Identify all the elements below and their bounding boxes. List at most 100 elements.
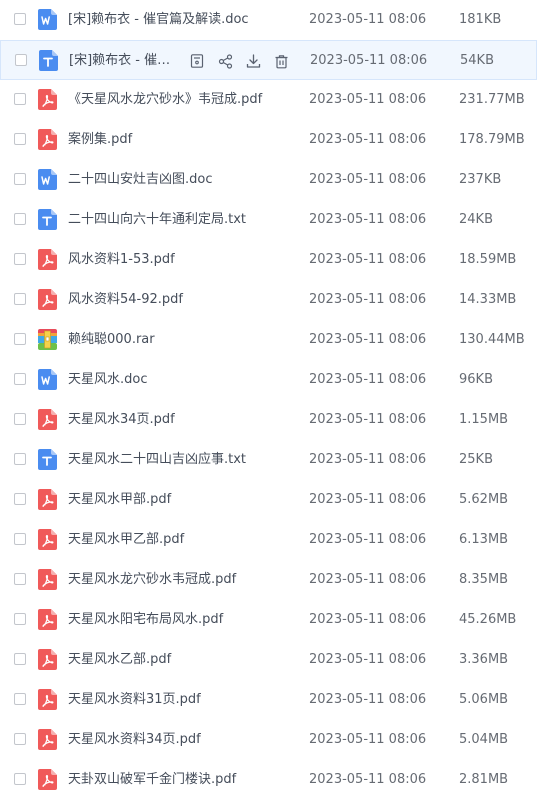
file-size: 5.62MB: [459, 492, 509, 507]
file-size: 18.59MB: [459, 252, 517, 267]
file-name[interactable]: 天星风水乙部.pdf: [68, 651, 171, 669]
row-checkbox[interactable]: [14, 733, 26, 745]
file-modified-date: 2023-05-11 08:06: [309, 532, 427, 547]
row-checkbox[interactable]: [14, 253, 26, 265]
file-name[interactable]: 天星风水二十四山吉凶应事.txt: [68, 451, 246, 469]
row-checkbox[interactable]: [14, 453, 26, 465]
download-icon[interactable]: [243, 51, 263, 71]
word-doc-icon: [38, 169, 57, 190]
file-modified-date: 2023-05-11 08:06: [309, 12, 427, 27]
file-name[interactable]: 天星风水资料34页.pdf: [68, 731, 201, 749]
row-checkbox[interactable]: [14, 373, 26, 385]
file-modified-date: 2023-05-11 08:06: [309, 452, 427, 467]
file-size: 178.79MB: [459, 132, 525, 147]
file-size: 45.26MB: [459, 612, 517, 627]
row-checkbox[interactable]: [14, 333, 26, 345]
row-checkbox[interactable]: [14, 493, 26, 505]
row-checkbox[interactable]: [15, 54, 27, 66]
file-row[interactable]: 案例集.pdf 2023-05-11 08:06 178.79MB: [0, 120, 537, 160]
archive-file-icon: [38, 329, 57, 350]
file-size: 25KB: [459, 452, 493, 467]
row-actions: [187, 51, 291, 71]
file-name[interactable]: [宋]赖布衣 - 催官篇及解读.txt: [69, 52, 179, 70]
file-row[interactable]: 天星风水.doc 2023-05-11 08:06 96KB: [0, 360, 537, 400]
file-size: 181KB: [459, 12, 502, 27]
file-name[interactable]: 天卦双山破军千金门楼诀.pdf: [68, 771, 236, 789]
file-modified-date: 2023-05-11 08:06: [309, 572, 427, 587]
file-name[interactable]: 天星风水资料31页.pdf: [68, 691, 201, 709]
row-checkbox[interactable]: [14, 413, 26, 425]
row-checkbox[interactable]: [14, 133, 26, 145]
row-checkbox[interactable]: [14, 173, 26, 185]
file-size: 231.77MB: [459, 92, 525, 107]
file-row[interactable]: 天星风水资料34页.pdf 2023-05-11 08:06 5.04MB: [0, 720, 537, 760]
share-icon[interactable]: [215, 51, 235, 71]
pdf-file-icon: [38, 89, 57, 110]
file-name[interactable]: 《天星风水龙穴砂水》韦冠成.pdf: [68, 91, 262, 109]
pdf-file-icon: [38, 729, 57, 750]
file-size: 1.15MB: [459, 412, 509, 427]
file-modified-date: 2023-05-11 08:06: [309, 92, 427, 107]
row-checkbox[interactable]: [14, 773, 26, 785]
pdf-file-icon: [38, 489, 57, 510]
trash-icon[interactable]: [271, 51, 291, 71]
file-row[interactable]: 天星风水乙部.pdf 2023-05-11 08:06 3.36MB: [0, 640, 537, 680]
file-row[interactable]: 天星风水34页.pdf 2023-05-11 08:06 1.15MB: [0, 400, 537, 440]
text-file-icon: [38, 209, 57, 230]
file-name[interactable]: 风水资料54-92.pdf: [68, 291, 183, 309]
row-checkbox[interactable]: [14, 13, 26, 25]
row-checkbox[interactable]: [14, 93, 26, 105]
file-row[interactable]: 风水资料54-92.pdf 2023-05-11 08:06 14.33MB: [0, 280, 537, 320]
file-row[interactable]: 《天星风水龙穴砂水》韦冠成.pdf 2023-05-11 08:06 231.77M…: [0, 80, 537, 120]
file-row[interactable]: 天星风水甲部.pdf 2023-05-11 08:06 5.62MB: [0, 480, 537, 520]
file-name[interactable]: 天星风水甲乙部.pdf: [68, 531, 184, 549]
word-doc-icon: [38, 369, 57, 390]
file-modified-date: 2023-05-11 08:06: [309, 212, 427, 227]
file-row[interactable]: 二十四山向六十年通利定局.txt 2023-05-11 08:06 24KB: [0, 200, 537, 240]
file-row[interactable]: 天星风水龙穴砂水韦冠成.pdf 2023-05-11 08:06 8.35MB: [0, 560, 537, 600]
row-checkbox[interactable]: [14, 653, 26, 665]
row-checkbox[interactable]: [14, 213, 26, 225]
word-doc-icon: [38, 9, 57, 30]
pdf-file-icon: [38, 769, 57, 790]
file-name[interactable]: 天星风水龙穴砂水韦冠成.pdf: [68, 571, 236, 589]
file-modified-date: 2023-05-11 08:06: [309, 332, 427, 347]
file-row[interactable]: 天星风水甲乙部.pdf 2023-05-11 08:06 6.13MB: [0, 520, 537, 560]
file-row[interactable]: 赖纯聪000.rar 2023-05-11 08:06 130.44MB: [0, 320, 537, 360]
file-modified-date: 2023-05-11 08:06: [309, 692, 427, 707]
file-name[interactable]: 天星风水.doc: [68, 371, 148, 389]
file-name[interactable]: 天星风水甲部.pdf: [68, 491, 171, 509]
file-name[interactable]: 风水资料1-53.pdf: [68, 251, 175, 269]
file-row[interactable]: 风水资料1-53.pdf 2023-05-11 08:06 18.59MB: [0, 240, 537, 280]
file-name[interactable]: 赖纯聪000.rar: [68, 331, 155, 349]
file-name[interactable]: 二十四山向六十年通利定局.txt: [68, 211, 246, 229]
file-size: 54KB: [460, 53, 494, 68]
file-modified-date: 2023-05-11 08:06: [309, 252, 427, 267]
file-size: 5.06MB: [459, 692, 509, 707]
file-name[interactable]: 天星风水阳宅布局风水.pdf: [68, 611, 223, 629]
file-name[interactable]: 案例集.pdf: [68, 131, 132, 149]
row-checkbox[interactable]: [14, 693, 26, 705]
row-checkbox[interactable]: [14, 613, 26, 625]
pdf-file-icon: [38, 649, 57, 670]
file-name[interactable]: 天星风水34页.pdf: [68, 411, 175, 429]
pdf-file-icon: [38, 409, 57, 430]
file-row[interactable]: 天星风水二十四山吉凶应事.txt 2023-05-11 08:06 25KB: [0, 440, 537, 480]
file-modified-date: 2023-05-11 08:06: [309, 612, 427, 627]
row-checkbox[interactable]: [14, 573, 26, 585]
file-modified-date: 2023-05-11 08:06: [309, 772, 427, 787]
file-name[interactable]: [宋]赖布衣 - 催官篇及解读.doc: [68, 11, 249, 29]
file-row[interactable]: 天星风水资料31页.pdf 2023-05-11 08:06 5.06MB: [0, 680, 537, 720]
pdf-file-icon: [38, 289, 57, 310]
row-checkbox[interactable]: [14, 293, 26, 305]
row-checkbox[interactable]: [14, 533, 26, 545]
file-row[interactable]: [宋]赖布衣 - 催官篇及解读.txt 2023-05-11 08:06 54KB: [0, 40, 537, 80]
file-row[interactable]: 天星风水阳宅布局风水.pdf 2023-05-11 08:06 45.26MB: [0, 600, 537, 640]
file-info-icon[interactable]: [187, 51, 207, 71]
file-name[interactable]: 二十四山安灶吉凶图.doc: [68, 171, 213, 189]
file-row[interactable]: [宋]赖布衣 - 催官篇及解读.doc 2023-05-11 08:06 181KB: [0, 0, 537, 40]
file-row[interactable]: 天卦双山破军千金门楼诀.pdf 2023-05-11 08:06 2.81MB: [0, 760, 537, 796]
file-size: 3.36MB: [459, 652, 509, 667]
file-row[interactable]: 二十四山安灶吉凶图.doc 2023-05-11 08:06 237KB: [0, 160, 537, 200]
file-modified-date: 2023-05-11 08:06: [309, 492, 427, 507]
